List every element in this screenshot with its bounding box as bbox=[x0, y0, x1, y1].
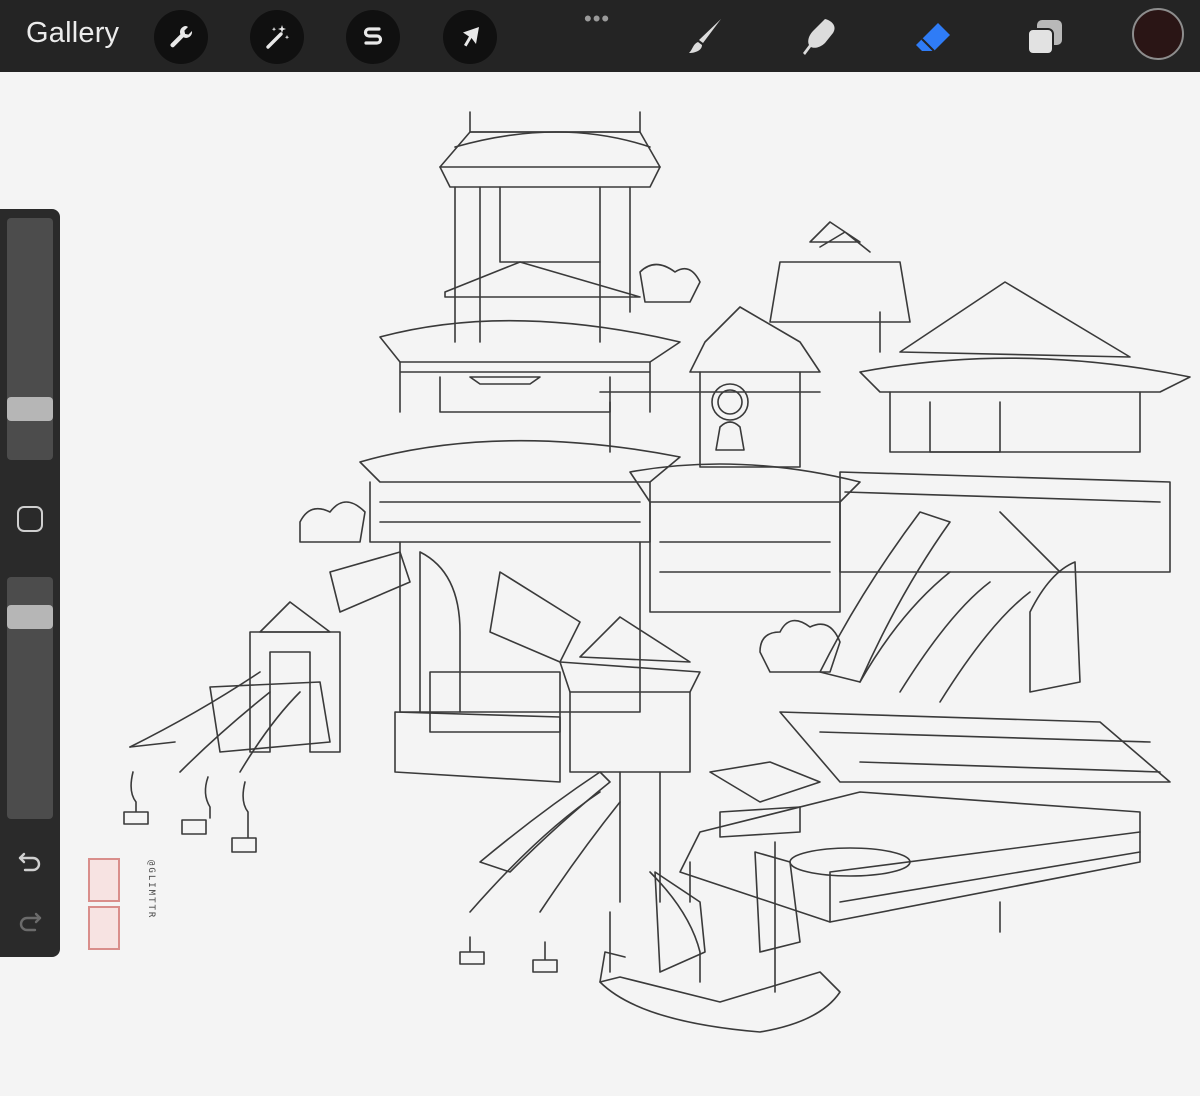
undo-button[interactable] bbox=[15, 845, 45, 875]
top-toolbar: Gallery ••• bbox=[0, 0, 1200, 72]
clouds-trees-drawing bbox=[299, 263, 841, 673]
arrow-cursor-icon bbox=[463, 27, 479, 47]
selection-s-icon bbox=[363, 27, 383, 45]
brush-size-thumb[interactable] bbox=[7, 397, 53, 421]
layers-icon bbox=[1027, 20, 1062, 55]
clock-tower-drawing bbox=[599, 306, 861, 613]
eraser-tool-button[interactable] bbox=[907, 12, 957, 62]
magic-wand-icon bbox=[266, 25, 290, 49]
smudge-icon bbox=[803, 19, 835, 55]
artist-signature: @GLIMTTR bbox=[146, 860, 156, 920]
drawing-canvas[interactable] bbox=[0, 72, 1200, 1096]
artist-seal-stamp-top bbox=[88, 858, 120, 902]
brush-size-slider[interactable] bbox=[7, 218, 53, 460]
gallery-button[interactable]: Gallery bbox=[26, 17, 119, 50]
eraser-icon bbox=[916, 23, 950, 52]
undo-icon bbox=[18, 852, 41, 872]
lantern-posts-left-drawing bbox=[123, 771, 257, 853]
wrench-icon bbox=[170, 25, 193, 48]
redo-icon bbox=[19, 912, 42, 932]
brush-tool-button[interactable] bbox=[680, 12, 730, 62]
artwork-illustration bbox=[123, 111, 1191, 1033]
adjustments-button[interactable] bbox=[250, 10, 304, 64]
left-sidebar bbox=[0, 209, 60, 957]
selection-button[interactable] bbox=[346, 10, 400, 64]
brush-opacity-thumb[interactable] bbox=[7, 605, 53, 629]
center-pavilion-drawing bbox=[394, 571, 701, 903]
brush-opacity-slider[interactable] bbox=[7, 577, 53, 819]
transform-button[interactable] bbox=[443, 10, 497, 64]
top-pavilion-drawing bbox=[439, 111, 661, 343]
color-picker-button[interactable] bbox=[1132, 8, 1184, 60]
center-banners-drawing bbox=[459, 771, 621, 973]
redo-button[interactable] bbox=[15, 905, 45, 935]
square-modifier-icon[interactable] bbox=[17, 506, 43, 532]
actions-button[interactable] bbox=[154, 10, 208, 64]
brush-icon bbox=[689, 19, 721, 53]
dock-platform-drawing bbox=[679, 761, 1141, 933]
left-gate-drawing bbox=[129, 551, 411, 773]
smudge-tool-button[interactable] bbox=[794, 12, 844, 62]
artist-seal-stamp-bottom bbox=[88, 906, 120, 950]
more-menu-button[interactable]: ••• bbox=[584, 6, 610, 32]
layers-button[interactable] bbox=[1020, 12, 1070, 62]
right-pavilion-drawing bbox=[769, 221, 1191, 573]
